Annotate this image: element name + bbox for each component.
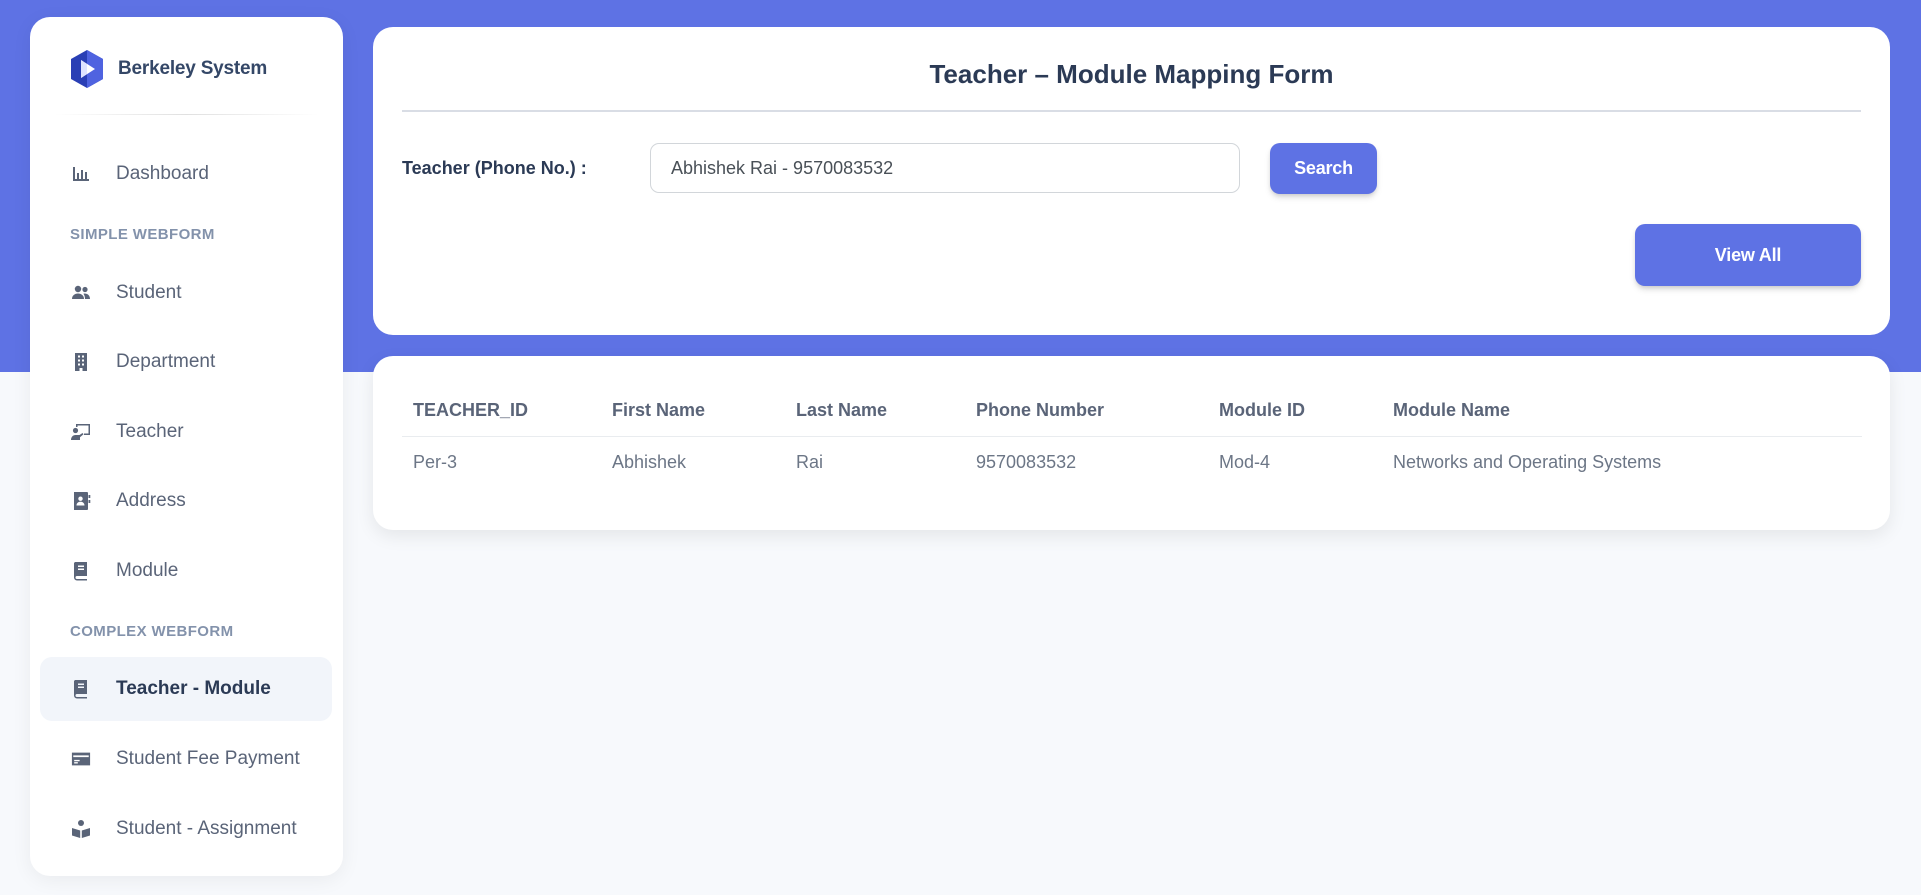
sidebar-item-teacher[interactable]: Teacher bbox=[40, 400, 332, 464]
cell-teacher-id: Per-3 bbox=[413, 451, 458, 472]
sidebar-item-student[interactable]: Student bbox=[40, 261, 332, 325]
sidebar-item-teacher-module[interactable]: Teacher - Module bbox=[40, 657, 332, 721]
column-header-module-id[interactable]: Module ID bbox=[1208, 384, 1382, 437]
results-table-card: TEACHER_ID First Name Last Name Phone Nu… bbox=[373, 356, 1890, 530]
column-header-last-name[interactable]: Last Name bbox=[785, 384, 965, 437]
teacher-phone-label: Teacher (Phone No.) : bbox=[402, 158, 587, 178]
page-title: Teacher – Module Mapping Form bbox=[929, 59, 1334, 89]
sidebar-item-address[interactable]: Address bbox=[40, 469, 332, 533]
sidebar-item-label: Address bbox=[116, 490, 186, 511]
sidebar-item-student-fee-payment[interactable]: Student Fee Payment bbox=[40, 727, 332, 791]
sidebar-item-label: Module bbox=[116, 560, 179, 581]
sidebar: Berkeley System Dashboard SIMPLE WEBFORM… bbox=[30, 17, 343, 876]
column-header-module-name[interactable]: Module Name bbox=[1382, 384, 1862, 437]
book-icon bbox=[70, 560, 92, 582]
sidebar-item-label: Department bbox=[116, 351, 216, 372]
sidebar-item-module[interactable]: Module bbox=[40, 539, 332, 603]
column-header-teacher-id[interactable]: TEACHER_ID bbox=[402, 384, 601, 437]
column-header-phone-number[interactable]: Phone Number bbox=[965, 384, 1208, 437]
view-all-button[interactable]: View All bbox=[1635, 224, 1861, 286]
section-label-simple: SIMPLE WEBFORM bbox=[70, 226, 215, 243]
sidebar-item-student-assignment[interactable]: Student - Assignment bbox=[40, 797, 332, 861]
section-label-complex: COMPLEX WEBFORM bbox=[70, 623, 234, 640]
teacher-phone-input[interactable] bbox=[650, 143, 1240, 193]
sidebar-item-label: Teacher bbox=[116, 421, 184, 442]
search-button[interactable]: Search bbox=[1270, 143, 1377, 194]
table-row[interactable]: Per-3 Abhishek Rai 9570083532 Mod-4 Netw… bbox=[402, 437, 1862, 488]
sidebar-item-department[interactable]: Department bbox=[40, 330, 332, 394]
sidebar-item-label: Student - Assignment bbox=[116, 818, 297, 839]
reading-icon bbox=[70, 818, 92, 840]
cell-phone-number: 9570083532 bbox=[976, 451, 1077, 472]
book-icon bbox=[70, 678, 92, 700]
sidebar-item-label: Student bbox=[116, 282, 182, 303]
bar-chart-icon bbox=[70, 163, 92, 185]
cell-module-name: Networks and Operating Systems bbox=[1393, 451, 1662, 472]
sidebar-item-label: Dashboard bbox=[116, 163, 209, 184]
title-divider bbox=[402, 110, 1861, 112]
results-table: TEACHER_ID First Name Last Name Phone Nu… bbox=[402, 384, 1862, 487]
hexagon-logo-icon bbox=[71, 50, 103, 88]
cell-module-id: Mod-4 bbox=[1219, 451, 1271, 472]
column-header-first-name[interactable]: First Name bbox=[601, 384, 785, 437]
sidebar-item-dashboard[interactable]: Dashboard bbox=[40, 142, 332, 206]
sidebar-item-label: Student Fee Payment bbox=[116, 748, 300, 769]
brand-divider bbox=[54, 114, 319, 115]
cell-last-name: Rai bbox=[796, 451, 824, 472]
table-header-row: TEACHER_ID First Name Last Name Phone Nu… bbox=[402, 384, 1862, 437]
credit-card-icon bbox=[70, 748, 92, 770]
brand[interactable]: Berkeley System bbox=[70, 49, 267, 89]
mapping-form-card: Teacher – Module Mapping Form Teacher (P… bbox=[373, 27, 1890, 335]
teacher-board-icon bbox=[70, 421, 92, 443]
building-icon bbox=[70, 351, 92, 373]
cell-first-name: Abhishek bbox=[612, 451, 687, 472]
users-icon bbox=[70, 282, 92, 304]
address-book-icon bbox=[70, 490, 92, 512]
sidebar-item-label: Teacher - Module bbox=[116, 678, 271, 699]
brand-name: Berkeley System bbox=[118, 58, 268, 79]
